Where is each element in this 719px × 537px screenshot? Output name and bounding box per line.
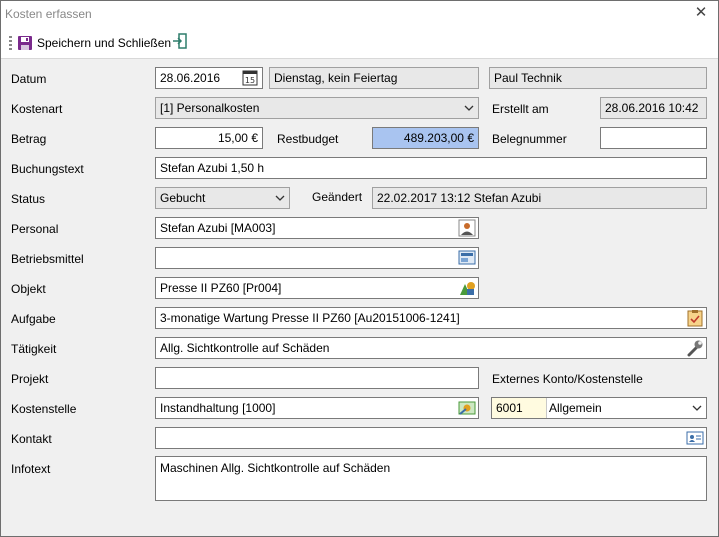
cost-entry-window: Kosten erfassen ✕ Speichern und Schließe… bbox=[0, 0, 719, 537]
label-erstellt-am: Erstellt am bbox=[492, 102, 549, 116]
buchungstext-field[interactable]: Stefan Azubi 1,50 h bbox=[155, 157, 707, 179]
restbudget-field: 489.203,00 € bbox=[372, 127, 479, 149]
personal-value: Stefan Azubi [MA003] bbox=[160, 221, 276, 235]
projekt-field[interactable] bbox=[155, 367, 479, 389]
belegnummer-field[interactable] bbox=[600, 127, 707, 149]
aufgabe-field[interactable]: 3-monatige Wartung Presse II PZ60 [Au201… bbox=[155, 307, 707, 329]
label-kostenart: Kostenart bbox=[11, 102, 63, 116]
label-personal: Personal bbox=[11, 222, 59, 236]
label-betrag: Betrag bbox=[11, 132, 47, 146]
geaendert-field: 22.02.2017 13:12 Stefan Azubi bbox=[372, 187, 707, 209]
restbudget-value: 489.203,00 € bbox=[403, 131, 474, 145]
aufgabe-value: 3-monatige Wartung Presse II PZ60 [Au201… bbox=[160, 311, 460, 325]
infotext-field[interactable]: Maschinen Allg. Sichtkontrolle auf Schäd… bbox=[155, 456, 707, 501]
label-geaendert: Geändert bbox=[312, 190, 363, 204]
label-objekt: Objekt bbox=[11, 282, 46, 296]
objekt-field[interactable]: Presse II PZ60 [Pr004] bbox=[155, 277, 479, 299]
status-value: Gebucht bbox=[160, 191, 206, 205]
object-icon[interactable] bbox=[457, 279, 477, 297]
label-taetigkeit: Tätigkeit bbox=[11, 342, 57, 356]
datum-info-field: Dienstag, kein Feiertag bbox=[269, 67, 479, 89]
label-belegnummer: Belegnummer bbox=[492, 132, 567, 146]
window-title: Kosten erfassen bbox=[5, 7, 92, 21]
user-value: Paul Technik bbox=[494, 71, 562, 85]
chevron-down-icon bbox=[464, 105, 474, 111]
externes-konto-name: Allgemein bbox=[549, 401, 602, 415]
infotext-value: Maschinen Allg. Sichtkontrolle auf Schäd… bbox=[160, 461, 391, 475]
svg-text:15: 15 bbox=[245, 76, 255, 85]
user-field: Paul Technik bbox=[489, 67, 707, 89]
kostenart-select[interactable]: [1] Personalkosten bbox=[155, 97, 479, 119]
label-datum: Datum bbox=[11, 72, 47, 86]
label-infotext: Infotext bbox=[11, 462, 51, 476]
objekt-value: Presse II PZ60 [Pr004] bbox=[160, 281, 282, 295]
buchungstext-value: Stefan Azubi 1,50 h bbox=[160, 161, 265, 175]
label-buchungstext: Buchungstext bbox=[11, 162, 84, 176]
save-icon bbox=[18, 36, 32, 50]
geaendert-value: 22.02.2017 13:12 Stefan Azubi bbox=[377, 191, 542, 205]
externes-konto-nr: 6001 bbox=[492, 398, 546, 418]
calendar-icon[interactable]: 15 bbox=[241, 69, 259, 87]
kostenstelle-field[interactable]: Instandhaltung [1000] bbox=[155, 397, 479, 419]
label-betriebsmittel: Betriebsmittel bbox=[11, 252, 84, 266]
personal-field[interactable]: Stefan Azubi [MA003] bbox=[155, 217, 479, 239]
label-status: Status bbox=[11, 192, 46, 206]
label-restbudget: Restbudget bbox=[277, 132, 339, 146]
label-aufgabe: Aufgabe bbox=[11, 312, 56, 326]
erstellt-am-field: 28.06.2016 10:42 bbox=[600, 97, 707, 119]
datum-info-value: Dienstag, kein Feiertag bbox=[274, 71, 398, 85]
close-icon[interactable]: ✕ bbox=[692, 4, 710, 22]
betrag-field[interactable]: 15,00 € bbox=[155, 127, 263, 149]
label-kostenstelle: Kostenstelle bbox=[11, 402, 77, 416]
toolbar-grip bbox=[9, 36, 12, 51]
save-and-close-button[interactable]: Speichern und Schließen bbox=[17, 33, 171, 53]
cost-center-icon[interactable] bbox=[457, 399, 477, 417]
betriebsmittel-field[interactable] bbox=[155, 247, 479, 269]
label-projekt: Projekt bbox=[11, 372, 49, 386]
taetigkeit-value: Allg. Sichtkontrolle auf Schäden bbox=[160, 341, 330, 355]
equipment-icon[interactable] bbox=[457, 249, 477, 267]
contact-card-icon[interactable] bbox=[685, 429, 705, 447]
label-kontakt: Kontakt bbox=[11, 432, 52, 446]
kontakt-field[interactable] bbox=[155, 427, 707, 449]
save-and-close-label: Speichern und Schließen bbox=[37, 36, 172, 50]
wrench-icon[interactable] bbox=[685, 339, 705, 357]
betrag-value: 15,00 € bbox=[217, 131, 258, 145]
konto-divider bbox=[546, 398, 547, 418]
status-select[interactable]: Gebucht bbox=[155, 187, 290, 209]
chevron-down-icon bbox=[692, 405, 702, 411]
clipboard-icon[interactable] bbox=[685, 309, 705, 327]
toolbar: Speichern und Schließen bbox=[1, 27, 718, 59]
kostenart-value: [1] Personalkosten bbox=[160, 101, 260, 115]
kostenstelle-value: Instandhaltung [1000] bbox=[160, 401, 276, 415]
datum-value: 28.06.2016 bbox=[160, 71, 221, 85]
title-bar: Kosten erfassen ✕ bbox=[1, 1, 718, 27]
person-icon[interactable] bbox=[457, 219, 477, 237]
exit-icon[interactable] bbox=[172, 33, 188, 49]
externes-konto-select[interactable]: 6001 Allgemein bbox=[491, 397, 707, 419]
erstellt-am-value: 28.06.2016 10:42 bbox=[605, 101, 699, 115]
label-externes-konto: Externes Konto/Kostenstelle bbox=[492, 372, 643, 386]
taetigkeit-field[interactable]: Allg. Sichtkontrolle auf Schäden bbox=[155, 337, 707, 359]
chevron-down-icon bbox=[275, 195, 285, 201]
